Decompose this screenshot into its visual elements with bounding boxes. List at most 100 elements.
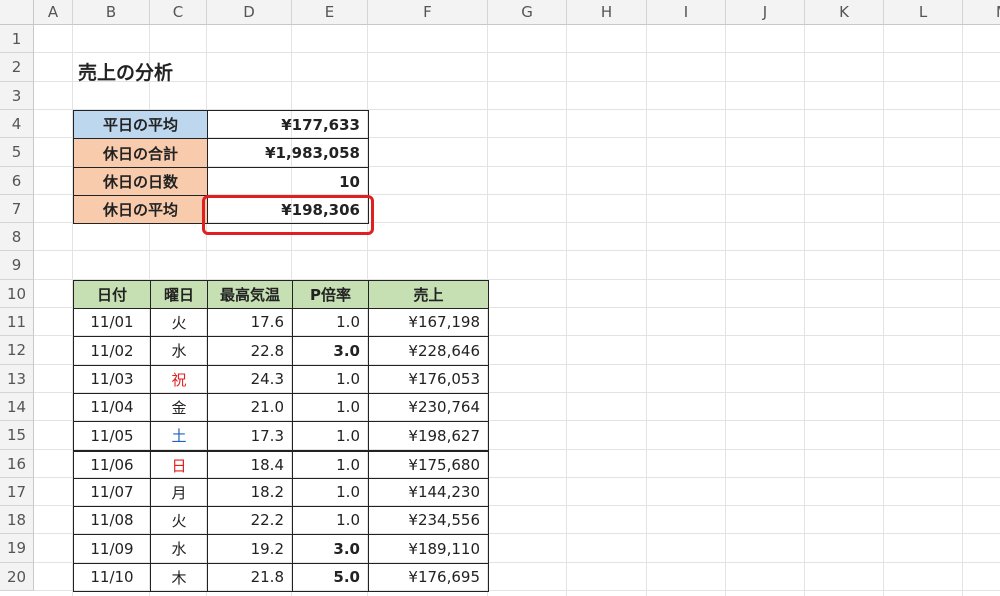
row-header-7[interactable]: 7	[0, 195, 34, 223]
sheet-title[interactable]: 売上の分析	[70, 54, 290, 88]
header-sales[interactable]: 売上	[368, 280, 489, 309]
table-cell-rate[interactable]: 3.0	[292, 336, 369, 366]
table-cell-temp[interactable]: 21.0	[207, 393, 293, 422]
table-cell-day[interactable]: 月	[150, 478, 208, 507]
row-header-18[interactable]: 18	[0, 506, 34, 534]
table-cell-date[interactable]: 11/09	[73, 534, 151, 564]
table-cell-rate[interactable]: 1.0	[292, 393, 369, 422]
table-cell-temp[interactable]: 17.6	[207, 308, 293, 337]
table-cell-temp[interactable]: 21.8	[207, 563, 293, 592]
table-cell-date[interactable]: 11/04	[73, 393, 151, 422]
table-cell-day[interactable]: 火	[150, 506, 208, 535]
row-header-16[interactable]: 16	[0, 450, 34, 478]
table-cell-rate[interactable]: 1.0	[292, 308, 369, 337]
row-header-9[interactable]: 9	[0, 251, 34, 280]
table-cell-day[interactable]: 火	[150, 308, 208, 337]
table-cell-temp[interactable]: 22.8	[207, 336, 293, 366]
row-header-6[interactable]: 6	[0, 167, 34, 195]
table-cell-sales[interactable]: ¥189,110	[368, 534, 489, 564]
row-header-20[interactable]: 20	[0, 563, 34, 591]
column-header-g[interactable]: G	[488, 0, 567, 25]
row-header-15[interactable]: 15	[0, 421, 34, 450]
summary-value[interactable]: ¥1,983,058	[207, 138, 369, 168]
summary-value[interactable]: ¥177,633	[207, 110, 369, 139]
table-cell-rate[interactable]: 3.0	[292, 534, 369, 564]
table-cell-date[interactable]: 11/06	[73, 450, 151, 479]
summary-label[interactable]: 休日の日数	[73, 167, 208, 196]
table-cell-date[interactable]: 11/02	[73, 336, 151, 366]
column-header-j[interactable]: J	[726, 0, 805, 25]
table-cell-sales[interactable]: ¥176,695	[368, 563, 489, 592]
table-cell-sales[interactable]: ¥198,627	[368, 421, 489, 451]
header-day[interactable]: 曜日	[150, 280, 208, 309]
row-header-5[interactable]: 5	[0, 138, 34, 167]
column-header-i[interactable]: I	[647, 0, 726, 25]
table-cell-rate[interactable]: 1.0	[292, 478, 369, 507]
table-cell-rate[interactable]: 1.0	[292, 450, 369, 479]
summary-label[interactable]: 平日の平均	[73, 110, 208, 139]
table-cell-day[interactable]: 水	[150, 336, 208, 366]
table-cell-sales[interactable]: ¥167,198	[368, 308, 489, 337]
summary-label[interactable]: 休日の合計	[73, 138, 208, 168]
column-header-k[interactable]: K	[805, 0, 884, 25]
table-cell-date[interactable]: 11/05	[73, 421, 151, 451]
row-header-13[interactable]: 13	[0, 365, 34, 393]
column-header-a[interactable]: A	[34, 0, 73, 25]
table-cell-sales[interactable]: ¥176,053	[368, 365, 489, 394]
header-rate[interactable]: P倍率	[292, 280, 369, 309]
table-cell-temp[interactable]: 24.3	[207, 365, 293, 394]
row-header-11[interactable]: 11	[0, 308, 34, 336]
table-cell-day[interactable]: 木	[150, 563, 208, 592]
table-cell-rate[interactable]: 5.0	[292, 563, 369, 592]
table-cell-sales[interactable]: ¥175,680	[368, 450, 489, 479]
table-cell-sales[interactable]: ¥228,646	[368, 336, 489, 366]
table-cell-sales[interactable]: ¥230,764	[368, 393, 489, 422]
spreadsheet: ABCDEFGHIJKLM 12345678910111213141516171…	[0, 0, 1000, 596]
column-header-b[interactable]: B	[73, 0, 150, 25]
table-cell-temp[interactable]: 18.2	[207, 478, 293, 507]
table-cell-rate[interactable]: 1.0	[292, 365, 369, 394]
table-cell-rate[interactable]: 1.0	[292, 421, 369, 451]
table-cell-date[interactable]: 11/03	[73, 365, 151, 394]
summary-label[interactable]: 休日の平均	[73, 195, 208, 224]
table-cell-day[interactable]: 土	[150, 421, 208, 451]
table-cell-sales[interactable]: ¥234,556	[368, 506, 489, 535]
column-header-c[interactable]: C	[150, 0, 207, 25]
header-date[interactable]: 日付	[73, 280, 151, 309]
row-header-2[interactable]: 2	[0, 53, 34, 82]
row-header-1[interactable]: 1	[0, 25, 34, 53]
column-header-f[interactable]: F	[368, 0, 488, 25]
column-header-h[interactable]: H	[567, 0, 647, 25]
column-header-m[interactable]: M	[963, 0, 1000, 25]
table-cell-rate[interactable]: 1.0	[292, 506, 369, 535]
row-header-14[interactable]: 14	[0, 393, 34, 421]
table-cell-day[interactable]: 日	[150, 450, 208, 479]
column-header-e[interactable]: E	[292, 0, 368, 25]
table-cell-temp[interactable]: 17.3	[207, 421, 293, 451]
gridline-vertical	[646, 25, 647, 596]
row-header-8[interactable]: 8	[0, 223, 34, 251]
table-cell-temp[interactable]: 22.2	[207, 506, 293, 535]
select-all-corner[interactable]	[0, 0, 34, 25]
row-header-12[interactable]: 12	[0, 336, 34, 365]
column-header-l[interactable]: L	[884, 0, 963, 25]
row-header-3[interactable]: 3	[0, 82, 34, 110]
table-cell-temp[interactable]: 18.4	[207, 450, 293, 479]
table-cell-date[interactable]: 11/10	[73, 563, 151, 592]
summary-value[interactable]: 10	[207, 167, 369, 196]
table-cell-date[interactable]: 11/07	[73, 478, 151, 507]
column-header-d[interactable]: D	[207, 0, 292, 25]
table-cell-date[interactable]: 11/01	[73, 308, 151, 337]
row-header-19[interactable]: 19	[0, 534, 34, 563]
row-header-4[interactable]: 4	[0, 110, 34, 138]
row-header-10[interactable]: 10	[0, 280, 34, 308]
table-cell-day[interactable]: 水	[150, 534, 208, 564]
table-cell-temp[interactable]: 19.2	[207, 534, 293, 564]
header-temp[interactable]: 最高気温	[207, 280, 293, 309]
table-cell-sales[interactable]: ¥144,230	[368, 478, 489, 507]
table-cell-day[interactable]: 祝	[150, 365, 208, 394]
row-header-17[interactable]: 17	[0, 478, 34, 506]
table-cell-date[interactable]: 11/08	[73, 506, 151, 535]
gridline-vertical	[725, 25, 726, 596]
table-cell-day[interactable]: 金	[150, 393, 208, 422]
